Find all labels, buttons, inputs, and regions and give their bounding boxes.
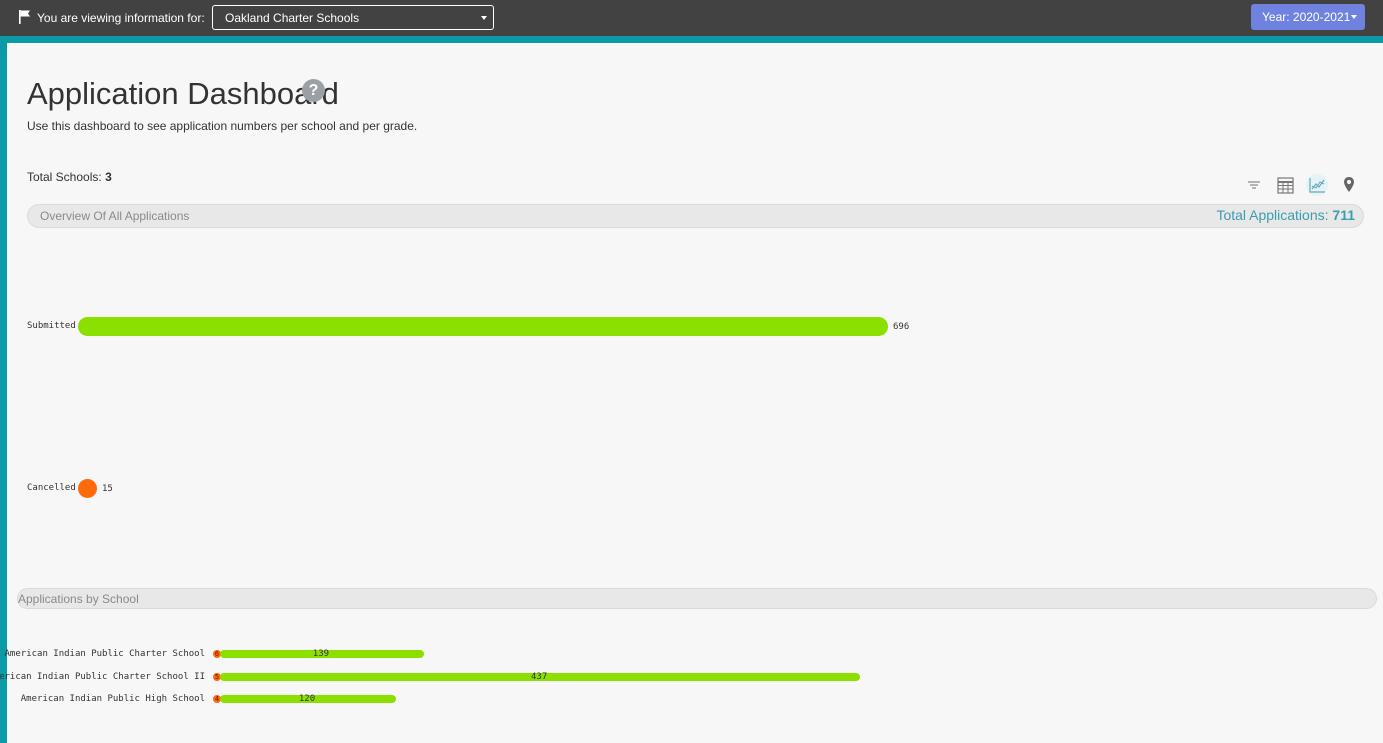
chart-icon[interactable] bbox=[1306, 174, 1328, 196]
top-bar-accent bbox=[0, 36, 1383, 43]
total-schools-label: Total Schools: bbox=[27, 170, 102, 184]
chevron-down-icon bbox=[481, 16, 487, 20]
top-bar: You are viewing information for: Oakland… bbox=[0, 0, 1383, 36]
overview-bar-value: 15 bbox=[102, 484, 113, 494]
help-icon[interactable]: ? bbox=[302, 79, 325, 102]
map-pin-icon[interactable] bbox=[1338, 174, 1360, 196]
year-label: Year: 2020-2021 bbox=[1262, 10, 1351, 24]
page-subtitle: Use this dashboard to see application nu… bbox=[27, 119, 418, 133]
overview-bar-label: Cancelled bbox=[27, 483, 76, 493]
year-dropdown-button[interactable]: Year: 2020-2021 bbox=[1251, 4, 1365, 30]
school-row-label: American Indian Public High School bbox=[20, 694, 205, 704]
chevron-down-icon bbox=[1351, 15, 1357, 19]
organization-select-value: Oakland Charter Schools bbox=[225, 11, 360, 25]
overview-section-label: Overview Of All Applications bbox=[40, 209, 190, 223]
total-applications-value: 711 bbox=[1332, 207, 1355, 223]
schools-section-label: Applications by School bbox=[18, 592, 139, 606]
overview-bar-label: Submitted bbox=[27, 321, 76, 331]
flag-icon bbox=[19, 10, 30, 24]
school-row-label: American Indian Public Charter School bbox=[4, 649, 205, 659]
schools-section-header: Applications by School bbox=[17, 588, 1377, 609]
school-row-label: American Indian Public Charter School II bbox=[0, 672, 205, 682]
total-schools-value: 3 bbox=[105, 170, 112, 184]
total-schools: Total Schools: 3 bbox=[27, 170, 112, 184]
main-content: Application Dashboard ? Use this dashboa… bbox=[0, 43, 1383, 743]
overview-bar-value: 696 bbox=[893, 322, 910, 332]
total-applications: Total Applications: 711 bbox=[1216, 207, 1355, 223]
organization-select[interactable]: Oakland Charter Schools bbox=[212, 5, 494, 30]
page-title: Application Dashboard bbox=[27, 76, 339, 111]
overview-bar[interactable] bbox=[78, 479, 97, 498]
school-submitted-value: 437 bbox=[531, 672, 548, 682]
overview-bar[interactable] bbox=[78, 317, 888, 336]
table-icon[interactable] bbox=[1274, 174, 1296, 196]
school-submitted-value: 139 bbox=[312, 649, 330, 659]
filter-icon[interactable] bbox=[1243, 174, 1265, 196]
overview-section-header: Overview Of All Applications Total Appli… bbox=[27, 204, 1364, 228]
viewing-label: You are viewing information for: bbox=[37, 11, 205, 25]
school-submitted-value: 120 bbox=[298, 694, 316, 704]
total-applications-label: Total Applications: bbox=[1216, 207, 1329, 223]
